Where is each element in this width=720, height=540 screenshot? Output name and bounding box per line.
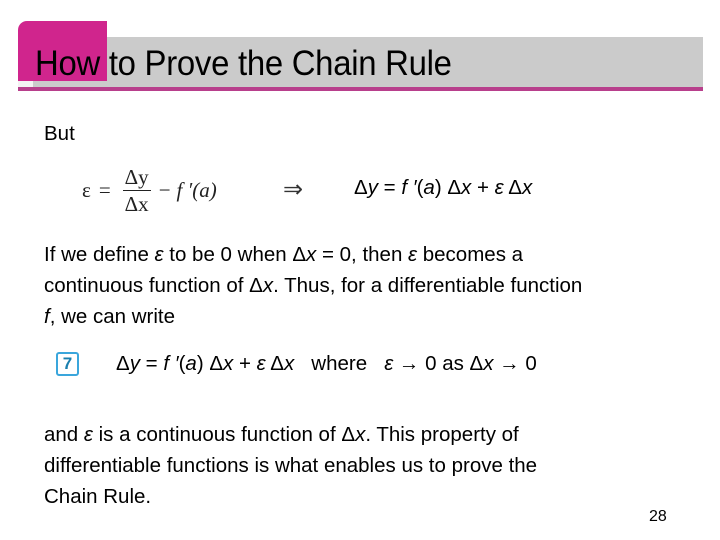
formula-part: ) Δ (196, 352, 224, 375)
formula-part: y (129, 352, 140, 375)
formula-part: ε (256, 352, 266, 375)
equation-number-badge: 7 (56, 352, 79, 376)
page-number: 28 (649, 508, 667, 525)
formula-part: + (471, 176, 495, 199)
text-run: Chain Rule. (44, 485, 152, 508)
text-run: to be 0 when Δ (163, 243, 307, 266)
epsilon-definition-formula: ε = Δy Δx − f ′(a) (82, 160, 217, 220)
paragraph-line: continuous function of Δx. Thus, for a d… (44, 270, 704, 301)
numerator: Δy (124, 164, 149, 189)
text-run: ε (83, 423, 93, 446)
paragraph-line: differentiable functions is what enables… (44, 450, 704, 481)
text-run: If we define (44, 243, 155, 266)
text-run: . This property of (365, 423, 519, 446)
formula-part: → 0 as Δ (393, 352, 484, 375)
formula-part: x (283, 352, 295, 375)
paragraph-line: and ε is a continuous function of Δx. Th… (44, 419, 704, 450)
text-run: x (262, 274, 274, 297)
paragraph-epsilon-continuity: If we define ε to be 0 when Δx = 0, then… (44, 239, 704, 332)
text-run: is a continuous function of Δ (92, 423, 356, 446)
implies-arrow-icon: ⇒ (283, 177, 304, 203)
denominator: Δx (122, 189, 151, 216)
formula-part: a (185, 352, 197, 375)
formula-part: y (367, 176, 378, 199)
formula-part: ε (494, 176, 504, 199)
formula-part: Δ (265, 352, 284, 375)
text-run: x (306, 243, 317, 266)
formula-part: = (139, 352, 164, 375)
text-run: = 0, then (316, 243, 409, 266)
text-run: . Thus, for a differentiable function (273, 274, 583, 297)
formula-part: x (521, 176, 533, 199)
difference-quotient: Δy Δx (122, 164, 151, 216)
text-run: , we can write (49, 305, 176, 328)
formula-part: ε (384, 352, 394, 375)
formula-part: f ′ (401, 176, 417, 199)
paragraph-chain-rule-property: and ε is a continuous function of Δx. Th… (44, 419, 704, 512)
paragraph-line: f, we can write (44, 301, 704, 332)
formula-part: a (423, 176, 435, 199)
text-run: becomes a (417, 243, 524, 266)
formula-part: + (233, 352, 257, 375)
intro-word: But (44, 122, 75, 145)
formula-part: x (223, 352, 234, 375)
text-run: x (355, 423, 366, 446)
paragraph-line: Chain Rule. (44, 481, 704, 512)
text-run: continuous function of Δ (44, 274, 263, 297)
equation-7: Δy = f ′(a) Δx + ε Δx where ε → 0 as Δx … (116, 348, 537, 379)
formula-part: x (461, 176, 472, 199)
minus-sign: − (158, 177, 171, 202)
epsilon-symbol: ε (82, 177, 91, 202)
formula-part: → 0 (493, 352, 537, 375)
formula-part: ) Δ (434, 176, 462, 199)
paragraph-line: If we define ε to be 0 when Δx = 0, then… (44, 239, 704, 270)
formula-part: Δ (116, 352, 130, 375)
equals-sign: = (98, 177, 111, 202)
slide-title: How to Prove the Chain Rule (35, 44, 452, 83)
text-run: and (44, 423, 84, 446)
formula-part: Δ (354, 176, 368, 199)
text-run: differentiable functions is what enables… (44, 454, 538, 477)
derivative-term: f ′(a) (176, 177, 217, 202)
increment-formula: Δy = f ′(a) Δx + ε Δx (354, 172, 532, 203)
formula-part: x (483, 352, 494, 375)
formula-part: Δ (503, 176, 522, 199)
text-run: ε (408, 243, 418, 266)
formula-part: f ′ (163, 352, 179, 375)
title-underline (18, 87, 703, 91)
formula-part: where (294, 352, 385, 375)
formula-part: = (377, 176, 402, 199)
text-run: ε (154, 243, 164, 266)
